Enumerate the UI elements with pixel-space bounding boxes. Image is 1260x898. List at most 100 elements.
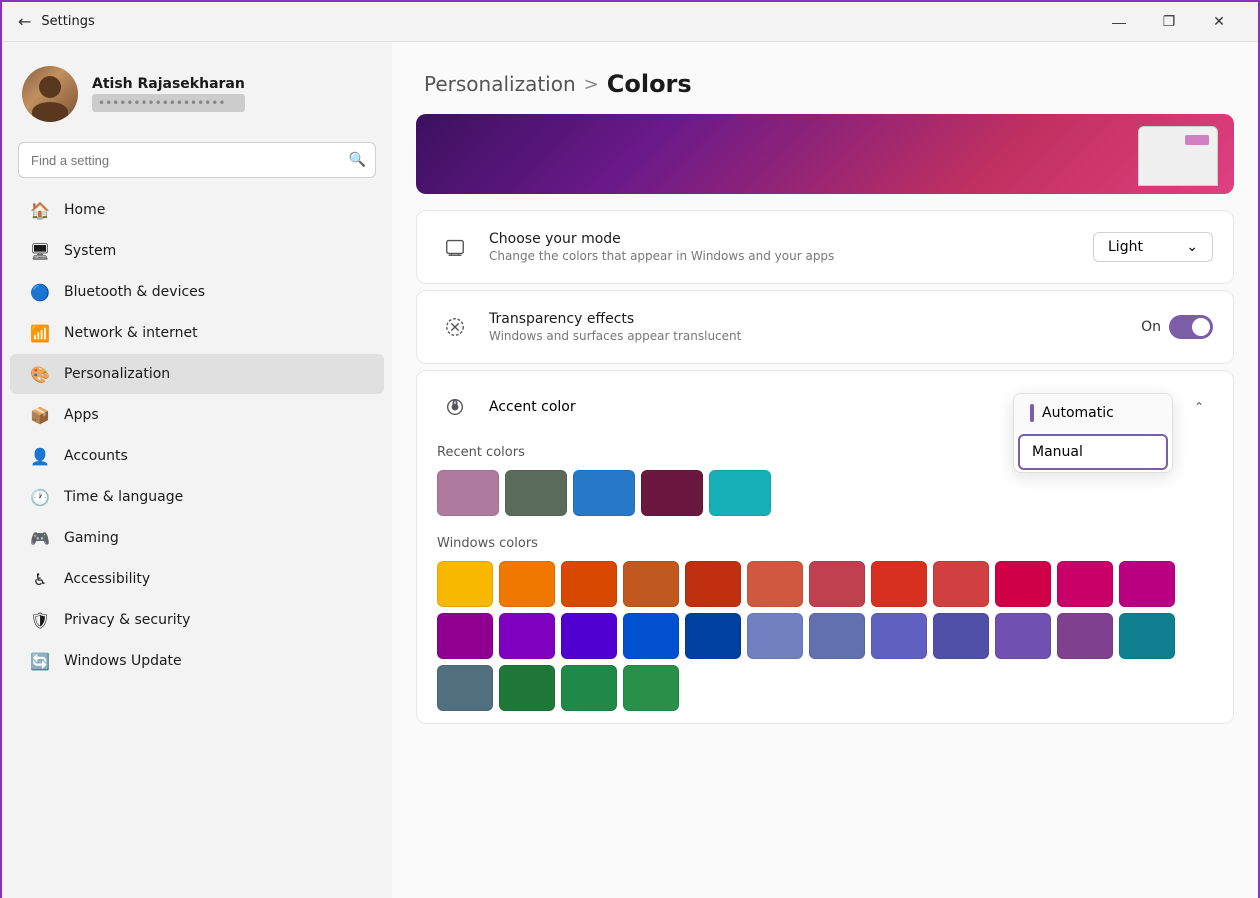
recent-color-swatch-4[interactable]	[709, 470, 771, 516]
accessibility-icon: ♿	[30, 569, 50, 589]
windows-color-swatch-20[interactable]	[933, 613, 989, 659]
windows-color-swatch-19[interactable]	[871, 613, 927, 659]
breadcrumb-parent[interactable]: Personalization	[424, 72, 576, 96]
minimize-button[interactable]: —	[1096, 6, 1142, 38]
privacy-icon: 🛡	[30, 610, 50, 630]
choose-mode-control: Light ⌄	[1093, 232, 1213, 262]
recent-color-swatch-3[interactable]	[641, 470, 703, 516]
windows-color-swatch-7[interactable]	[871, 561, 927, 607]
transparency-subtitle: Windows and surfaces appear translucent	[489, 329, 1125, 343]
windows-color-swatch-26[interactable]	[561, 665, 617, 711]
sidebar-item-privacy[interactable]: 🛡 Privacy & security	[10, 600, 384, 640]
recent-color-swatch-2[interactable]	[573, 470, 635, 516]
close-button[interactable]: ✕	[1196, 6, 1242, 38]
breadcrumb-separator: >	[584, 74, 599, 95]
accent-dropdown-area: Automatic Manual ⌃	[1185, 393, 1213, 421]
windows-color-swatch-8[interactable]	[933, 561, 989, 607]
recent-color-swatch-0[interactable]	[437, 470, 499, 516]
update-icon: 🔄	[30, 651, 50, 671]
user-name: Atish Rajasekharan	[92, 76, 245, 92]
windows-color-swatch-22[interactable]	[1057, 613, 1113, 659]
recent-color-swatch-1[interactable]	[505, 470, 567, 516]
sidebar-item-system[interactable]: 🖥 System	[10, 231, 384, 271]
mode-dropdown-chevron: ⌄	[1186, 239, 1198, 255]
window-controls: — ❐ ✕	[1096, 6, 1242, 38]
home-label: Home	[64, 202, 105, 218]
transparency-card: Transparency effects Windows and surface…	[416, 290, 1234, 364]
windows-color-swatch-3[interactable]	[623, 561, 679, 607]
choose-mode-text: Choose your mode Change the colors that …	[489, 231, 1077, 263]
windows-color-swatch-12[interactable]	[437, 613, 493, 659]
windows-color-swatch-13[interactable]	[499, 613, 555, 659]
accounts-label: Accounts	[64, 448, 128, 464]
transparency-value: On	[1141, 319, 1161, 335]
main-content: Personalization > Colors Choose	[392, 42, 1258, 898]
window-title: Settings	[41, 14, 94, 29]
windows-color-swatch-21[interactable]	[995, 613, 1051, 659]
sidebar-item-accessibility[interactable]: ♿ Accessibility	[10, 559, 384, 599]
accent-option-manual[interactable]: Manual	[1018, 434, 1168, 470]
windows-color-swatch-27[interactable]	[623, 665, 679, 711]
sidebar-item-update[interactable]: 🔄 Windows Update	[10, 641, 384, 681]
personalization-icon: 🎨	[30, 364, 50, 384]
windows-color-swatch-9[interactable]	[995, 561, 1051, 607]
windows-color-swatch-0[interactable]	[437, 561, 493, 607]
automatic-indicator	[1030, 404, 1034, 422]
windows-color-swatch-6[interactable]	[809, 561, 865, 607]
windows-color-swatch-5[interactable]	[747, 561, 803, 607]
transparency-title: Transparency effects	[489, 311, 1125, 327]
sidebar-item-accounts[interactable]: 👤 Accounts	[10, 436, 384, 476]
windows-color-swatch-2[interactable]	[561, 561, 617, 607]
search-box: 🔍	[18, 142, 376, 178]
sidebar-item-time[interactable]: 🕐 Time & language	[10, 477, 384, 517]
search-icon: 🔍	[349, 152, 366, 168]
maximize-button[interactable]: ❐	[1146, 6, 1192, 38]
user-profile: Atish Rajasekharan ••••••••••••••••••	[2, 54, 392, 142]
accent-color-popup: Automatic Manual	[1013, 393, 1173, 473]
transparency-toggle[interactable]	[1169, 315, 1213, 339]
accent-icon	[437, 389, 473, 425]
personalization-label: Personalization	[64, 366, 170, 382]
windows-color-swatch-10[interactable]	[1057, 561, 1113, 607]
breadcrumb: Personalization > Colors	[392, 42, 1258, 114]
network-label: Network & internet	[64, 325, 198, 341]
accent-dropdown-chevron-up[interactable]: ⌃	[1185, 393, 1213, 421]
gaming-icon: 🎮	[30, 528, 50, 548]
windows-color-swatch-24[interactable]	[437, 665, 493, 711]
windows-color-swatch-18[interactable]	[809, 613, 865, 659]
windows-color-swatch-23[interactable]	[1119, 613, 1175, 659]
titlebar: ← Settings — ❐ ✕	[2, 2, 1258, 42]
mode-dropdown-value: Light	[1108, 239, 1143, 255]
windows-color-swatch-4[interactable]	[685, 561, 741, 607]
sidebar-item-apps[interactable]: 📦 Apps	[10, 395, 384, 435]
update-label: Windows Update	[64, 653, 182, 669]
mode-dropdown[interactable]: Light ⌄	[1093, 232, 1213, 262]
avatar-image	[22, 66, 78, 122]
windows-colors-section: Windows colors	[437, 536, 1213, 711]
windows-color-swatch-14[interactable]	[561, 613, 617, 659]
accent-option-automatic[interactable]: Automatic	[1014, 394, 1172, 432]
windows-color-swatch-17[interactable]	[747, 613, 803, 659]
windows-color-swatch-11[interactable]	[1119, 561, 1175, 607]
sidebar-item-personalization[interactable]: 🎨 Personalization	[10, 354, 384, 394]
sidebar-item-gaming[interactable]: 🎮 Gaming	[10, 518, 384, 558]
apps-label: Apps	[64, 407, 99, 423]
nav-list: 🏠 Home 🖥 System 🔵 Bluetooth & devices 📶 …	[2, 190, 392, 681]
windows-color-swatch-15[interactable]	[623, 613, 679, 659]
privacy-label: Privacy & security	[64, 612, 190, 628]
windows-color-swatch-25[interactable]	[499, 665, 555, 711]
back-icon[interactable]: ←	[18, 12, 31, 31]
manual-label: Manual	[1032, 444, 1083, 460]
accessibility-label: Accessibility	[64, 571, 150, 587]
transparency-icon	[437, 309, 473, 345]
bluetooth-icon: 🔵	[30, 282, 50, 302]
transparency-text: Transparency effects Windows and surface…	[489, 311, 1125, 343]
windows-color-swatch-1[interactable]	[499, 561, 555, 607]
avatar	[22, 66, 78, 122]
sidebar-item-network[interactable]: 📶 Network & internet	[10, 313, 384, 353]
windows-color-swatch-16[interactable]	[685, 613, 741, 659]
sidebar-item-home[interactable]: 🏠 Home	[10, 190, 384, 230]
transparency-row: Transparency effects Windows and surface…	[417, 291, 1233, 363]
search-input[interactable]	[18, 142, 376, 178]
sidebar-item-bluetooth[interactable]: 🔵 Bluetooth & devices	[10, 272, 384, 312]
